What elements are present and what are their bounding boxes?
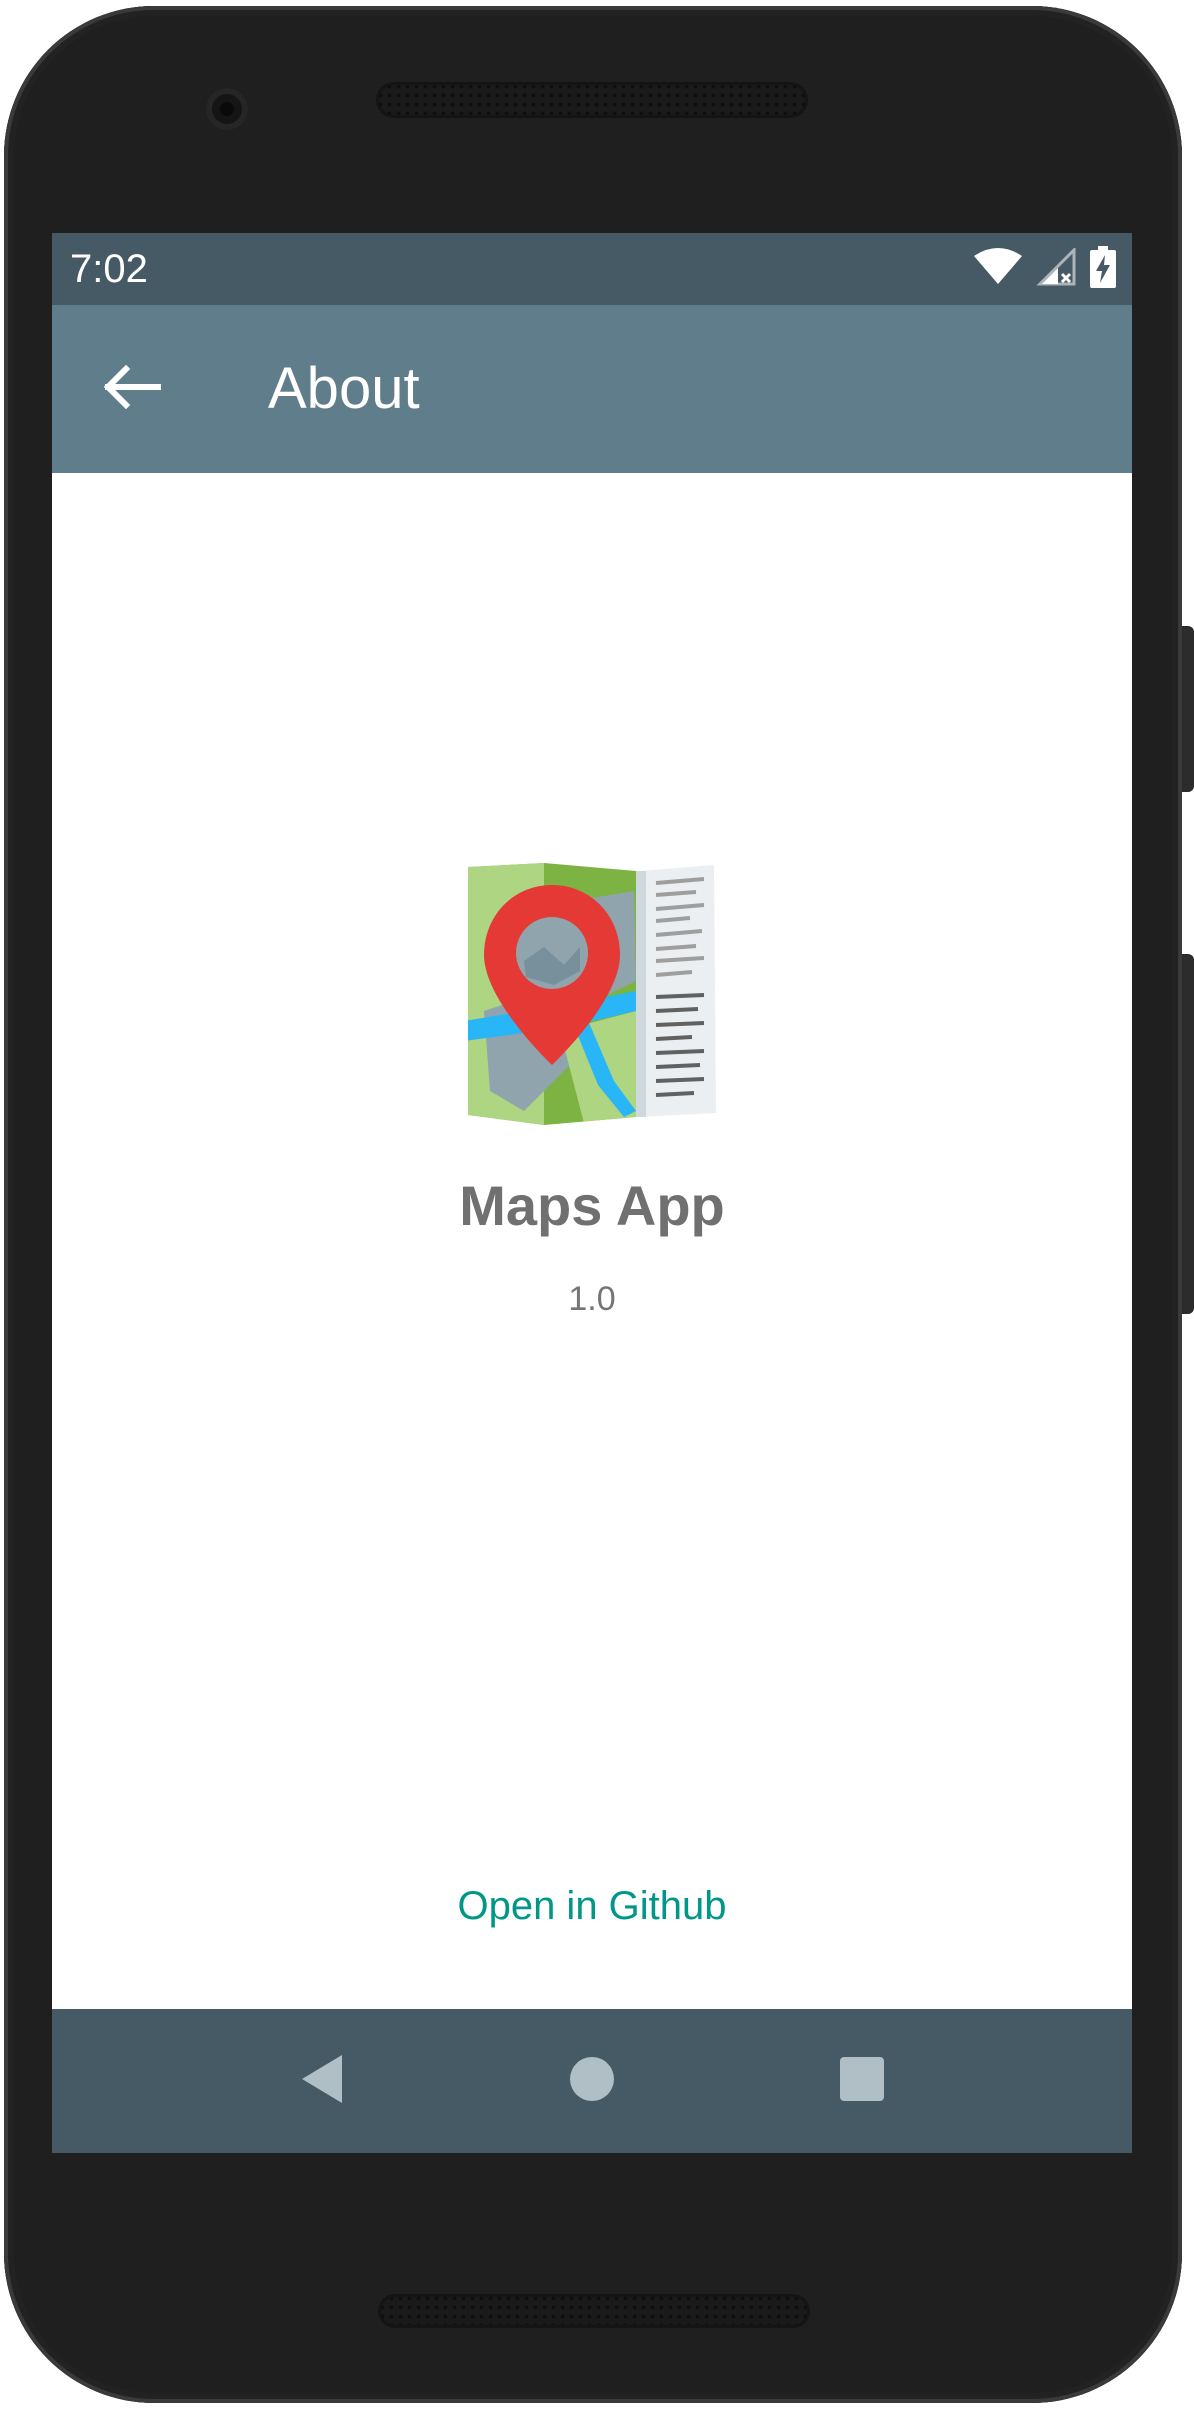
signal-icon [1036, 245, 1076, 291]
open-in-github-link[interactable]: Open in Github [392, 1881, 792, 1931]
top-speaker [376, 82, 808, 118]
map-pin-icon [464, 861, 720, 1125]
overview-square-icon [839, 2056, 885, 2107]
app-version: 1.0 [568, 1280, 616, 1318]
arrow-left-icon [102, 364, 162, 414]
battery-charging-icon [1090, 245, 1116, 293]
app-name: Maps App [459, 1174, 725, 1237]
status-bar: 7:02 [52, 233, 1132, 305]
volume-button [1182, 954, 1194, 1314]
nav-overview-button[interactable] [826, 2045, 898, 2117]
bottom-speaker [378, 2294, 810, 2328]
app-bar: About [52, 305, 1132, 473]
front-camera [206, 88, 248, 130]
wifi-icon [974, 247, 1022, 291]
home-circle-icon [569, 2056, 615, 2107]
power-button [1182, 626, 1194, 792]
navigation-bar [52, 2009, 1132, 2153]
about-content: Maps App 1.0 Open in Github [52, 473, 1132, 2009]
status-time: 7:02 [70, 247, 148, 291]
phone-screen: 7:02 About Maps App 1.0 Open in Github [52, 233, 1132, 2153]
page-title: About [268, 356, 420, 421]
nav-home-button[interactable] [556, 2045, 628, 2117]
back-button[interactable] [92, 349, 172, 429]
back-triangle-icon [298, 2053, 346, 2110]
status-icons [974, 245, 1116, 293]
nav-back-button[interactable] [286, 2045, 358, 2117]
